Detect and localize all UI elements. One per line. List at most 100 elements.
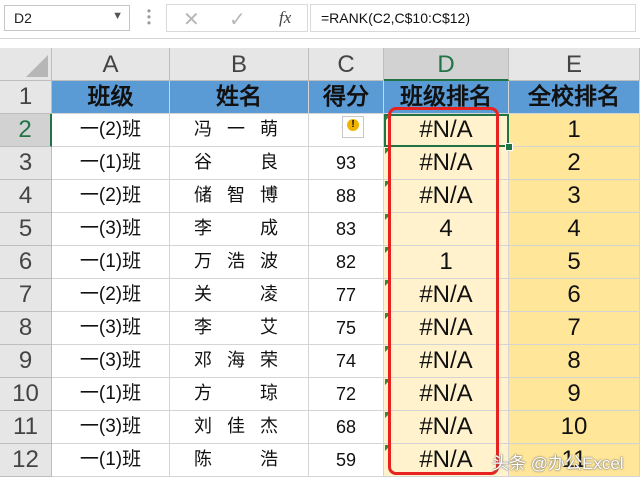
select-all-icon (26, 55, 48, 77)
name-char: 艾 (260, 317, 278, 338)
cell-name[interactable]: 刘佳杰 (170, 411, 309, 444)
column-header-a[interactable]: A (52, 48, 170, 81)
row-header-9[interactable]: 9 (0, 345, 52, 378)
cell-score[interactable]: 88 (309, 180, 384, 213)
cell-score[interactable]: 68 (309, 411, 384, 444)
cell-school-rank[interactable]: 6 (509, 279, 640, 312)
name-char: 浩 (227, 251, 245, 272)
cell-name[interactable]: 陈浩 (170, 444, 309, 477)
cell-name[interactable]: 谷良 (170, 147, 309, 180)
row-header-3[interactable]: 3 (0, 147, 52, 180)
cell-name[interactable]: 方琼 (170, 378, 309, 411)
name-char: 海 (227, 350, 245, 371)
cell-score[interactable]: 93 (309, 147, 384, 180)
error-warning-button[interactable]: ! (342, 116, 364, 138)
cell-school-rank[interactable]: 3 (509, 180, 640, 213)
drag-handle-icon[interactable]: • • • (146, 5, 152, 29)
cell-school-rank[interactable]: 10 (509, 411, 640, 444)
row-header-1[interactable]: 1 (0, 81, 52, 114)
name-char: 方 (194, 383, 212, 404)
cell-school-rank[interactable]: 9 (509, 378, 640, 411)
cell-school-rank[interactable]: 7 (509, 312, 640, 345)
cell-score[interactable]: 74 (309, 345, 384, 378)
name-char: 萌 (260, 119, 278, 140)
cell-score[interactable]: 77 (309, 279, 384, 312)
insert-function-icon[interactable]: fx (279, 8, 291, 28)
column-header-b[interactable]: B (170, 48, 309, 81)
row-header-12[interactable]: 12 (0, 444, 52, 477)
cell-score[interactable]: 83 (309, 213, 384, 246)
cell-score[interactable]: 82 (309, 246, 384, 279)
name-char: 智 (227, 185, 245, 206)
cell-name[interactable]: 冯一萌 (170, 114, 309, 147)
name-char: 良 (260, 152, 278, 173)
cell-class[interactable]: 一(2)班 (52, 279, 170, 312)
cell-name[interactable]: 李成 (170, 213, 309, 246)
formula-text: =RANK(C2,C$10:C$12) (321, 10, 471, 26)
cell-name[interactable]: 储智博 (170, 180, 309, 213)
header-score[interactable]: 得分 (309, 81, 384, 114)
formula-input[interactable]: =RANK(C2,C$10:C$12) (310, 4, 636, 32)
header-school-rank[interactable]: 全校排名 (509, 81, 640, 114)
cell-school-rank[interactable]: 5 (509, 246, 640, 279)
name-box[interactable]: D2 ▼ (4, 5, 130, 31)
name-char: 琼 (260, 383, 278, 404)
name-char: 博 (260, 185, 278, 206)
column-header-d[interactable]: D (384, 48, 509, 81)
cell-school-rank[interactable]: 2 (509, 147, 640, 180)
cell-score[interactable]: 75 (309, 312, 384, 345)
cell-class[interactable]: 一(3)班 (52, 213, 170, 246)
formula-buttons: ✕ ✓ fx (166, 4, 308, 32)
cell-class[interactable]: 一(1)班 (52, 246, 170, 279)
row-header-11[interactable]: 11 (0, 411, 52, 444)
cancel-icon[interactable]: ✕ (183, 7, 200, 32)
header-name[interactable]: 姓名 (170, 81, 309, 114)
cell-name[interactable]: 邓海荣 (170, 345, 309, 378)
formula-bar: D2 ▼ • • • ✕ ✓ fx =RANK(C2,C$10:C$12) (0, 0, 640, 39)
name-char: 冯 (194, 119, 212, 140)
cell-score[interactable]: 72 (309, 378, 384, 411)
warning-icon: ! (347, 119, 359, 131)
row-header-2[interactable]: 2 (0, 114, 52, 147)
enter-icon[interactable]: ✓ (229, 7, 246, 32)
cell-class[interactable]: 一(2)班 (52, 114, 170, 147)
cell-school-rank[interactable]: 8 (509, 345, 640, 378)
cell-school-rank[interactable]: 1 (509, 114, 640, 147)
row-header-10[interactable]: 10 (0, 378, 52, 411)
name-char: 杰 (260, 416, 278, 437)
column-header-c[interactable]: C (309, 48, 384, 81)
name-char: 刘 (194, 416, 212, 437)
cell-score[interactable]: 59 (309, 444, 384, 477)
cell-class[interactable]: 一(1)班 (52, 147, 170, 180)
column-header-e[interactable]: E (509, 48, 640, 81)
highlight-box (388, 107, 499, 475)
cell-class[interactable]: 一(2)班 (52, 180, 170, 213)
name-char: 李 (194, 218, 212, 239)
name-char: 佳 (227, 416, 245, 437)
fill-handle[interactable] (505, 143, 513, 151)
cell-class[interactable]: 一(1)班 (52, 378, 170, 411)
cell-class[interactable]: 一(1)班 (52, 444, 170, 477)
name-char: 成 (260, 218, 278, 239)
cell-class[interactable]: 一(3)班 (52, 312, 170, 345)
select-all-corner[interactable] (0, 48, 52, 81)
row-header-6[interactable]: 6 (0, 246, 52, 279)
cell-class[interactable]: 一(3)班 (52, 345, 170, 378)
cell-name[interactable]: 万浩波 (170, 246, 309, 279)
chevron-down-icon[interactable]: ▼ (112, 10, 123, 22)
cell-class[interactable]: 一(3)班 (52, 411, 170, 444)
name-char: 储 (194, 185, 212, 206)
watermark: 头条 @办公Excel (492, 454, 624, 473)
cell-school-rank[interactable]: 4 (509, 213, 640, 246)
cell-name[interactable]: 李艾 (170, 312, 309, 345)
cell-name[interactable]: 关凌 (170, 279, 309, 312)
header-class[interactable]: 班级 (52, 81, 170, 114)
row-header-4[interactable]: 4 (0, 180, 52, 213)
name-box-value: D2 (14, 10, 32, 26)
name-char: 浩 (260, 449, 278, 470)
row-header-7[interactable]: 7 (0, 279, 52, 312)
row-header-8[interactable]: 8 (0, 312, 52, 345)
name-char: 关 (194, 284, 212, 305)
row-header-5[interactable]: 5 (0, 213, 52, 246)
name-char: 凌 (260, 284, 278, 305)
